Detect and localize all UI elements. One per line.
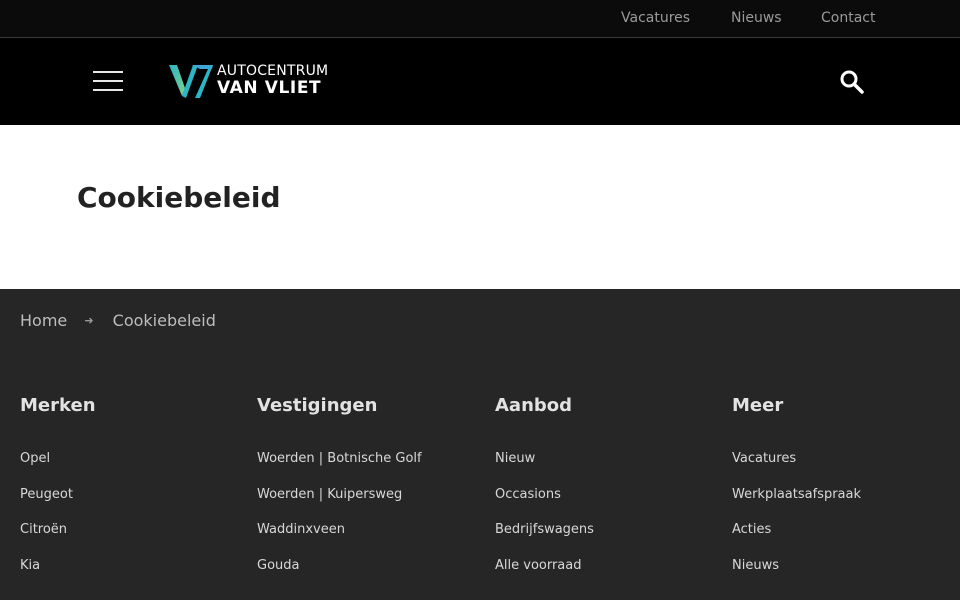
menu-bar xyxy=(93,80,123,82)
page-title-section: Cookiebeleid xyxy=(0,125,960,289)
footer-link[interactable]: Alle voorraad xyxy=(495,558,582,573)
footer-link[interactable]: Woerden | Botnische Golf xyxy=(257,451,422,466)
logo[interactable]: AUTOCENTRUM VAN VLIET xyxy=(168,62,348,100)
topnav-link-nieuws[interactable]: Nieuws xyxy=(731,10,782,26)
breadcrumb-current: Cookiebeleid xyxy=(112,311,216,330)
footer-link[interactable]: Acties xyxy=(732,522,771,537)
footer-link[interactable]: Nieuw xyxy=(495,451,535,466)
footer-column-title: Merken xyxy=(20,395,96,416)
topnav-link-contact[interactable]: Contact xyxy=(821,10,875,26)
footer-link[interactable]: Vacatures xyxy=(732,451,796,466)
footer-link[interactable]: Woerden | Kuipersweg xyxy=(257,487,402,502)
footer-column-title: Vestigingen xyxy=(257,395,378,416)
footer-link[interactable]: Kia xyxy=(20,558,40,573)
hamburger-menu-icon[interactable] xyxy=(93,71,123,91)
footer-link[interactable]: Gouda xyxy=(257,558,300,573)
breadcrumb: Home ➜ Cookiebeleid xyxy=(20,311,216,330)
footer-column-title: Meer xyxy=(732,395,784,416)
logo-text-autocentrum: AUTOCENTRUM xyxy=(217,63,329,79)
footer-link[interactable]: Citroën xyxy=(20,522,67,537)
footer-link[interactable]: Werkplaatsafspraak xyxy=(732,487,861,502)
footer-link[interactable]: Opel xyxy=(20,451,50,466)
main-header: AUTOCENTRUM VAN VLIET xyxy=(0,38,960,125)
footer-column-merken: Merken Opel Peugeot Citroën Kia xyxy=(20,395,250,593)
footer-link[interactable]: Nieuws xyxy=(732,558,779,573)
logo-mark-icon xyxy=(169,65,213,98)
search-icon[interactable] xyxy=(838,68,866,96)
top-utility-bar: Vacatures Nieuws Contact xyxy=(0,0,960,38)
footer-link[interactable]: Waddinxveen xyxy=(257,522,345,537)
arrow-right-icon: ➜ xyxy=(84,314,94,327)
menu-bar xyxy=(93,71,123,73)
logo-text-van-vliet: VAN VLIET xyxy=(217,78,322,98)
footer-column-meer: Meer Vacatures Werkplaatsafspraak Acties… xyxy=(732,395,960,593)
footer-column-title: Aanbod xyxy=(495,395,573,416)
footer-link[interactable]: Peugeot xyxy=(20,487,73,502)
breadcrumb-home[interactable]: Home xyxy=(20,311,67,330)
footer-link[interactable]: Bedrijfswagens xyxy=(495,522,594,537)
topnav-link-vacatures[interactable]: Vacatures xyxy=(621,10,690,26)
footer-column-vestigingen: Vestigingen Woerden | Botnische Golf Woe… xyxy=(257,395,487,593)
site-footer: Home ➜ Cookiebeleid Merken Opel Peugeot … xyxy=(0,289,960,600)
footer-column-aanbod: Aanbod Nieuw Occasions Bedrijfswagens Al… xyxy=(495,395,725,593)
menu-bar xyxy=(93,89,123,91)
footer-link[interactable]: Occasions xyxy=(495,487,561,502)
page-title: Cookiebeleid xyxy=(77,181,281,214)
